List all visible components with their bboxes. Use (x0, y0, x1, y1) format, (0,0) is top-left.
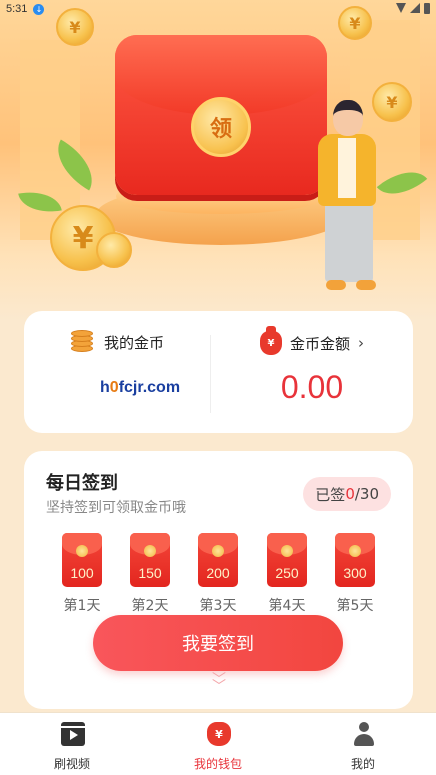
money-bag-icon: ¥ (259, 326, 282, 355)
person-shoe (326, 280, 346, 290)
coin-amount-header[interactable]: ¥ 金币金额 › (211, 326, 413, 355)
tab-label: 我的 (350, 757, 375, 771)
download-icon: ↓ (33, 3, 45, 15)
day-reward-item: 200 第3天 (195, 533, 241, 615)
tab-profile[interactable]: 我的 (313, 713, 413, 775)
sign-in-button[interactable]: 我要签到 (93, 615, 343, 671)
bottom-tab-bar: 刷视频 ¥ 我的钱包 我的 (0, 712, 436, 775)
coin-stack-icon (70, 330, 96, 353)
my-coins-label: 我的金币 (103, 333, 164, 352)
person-shirt (338, 138, 356, 198)
sign-in-subtitle: 坚持签到可领取金币哦 (46, 500, 186, 516)
hero-banner: ¥ ¥ ¥ 领 ¥ (0, 0, 436, 320)
red-packet-icon: 100 (62, 533, 102, 587)
red-packet-icon: 300 (335, 533, 375, 587)
wifi-icon (396, 3, 406, 13)
day-reward-item: 150 第2天 (127, 533, 173, 615)
person-shoe (356, 280, 376, 290)
day-label: 第5天 (336, 598, 374, 614)
red-envelope-illustration: 领 (115, 35, 327, 195)
coin-amount-label: 金币金额 (289, 334, 350, 353)
day-reward-item: 250 第4天 (264, 533, 310, 615)
coin-amount-section[interactable]: ¥ 金币金额 › 0.00 (211, 311, 413, 433)
day-label: 第4天 (268, 598, 306, 614)
day-reward-item: 300 第5天 (332, 533, 378, 615)
tab-label: 刷视频 (53, 757, 90, 771)
wallet-icon: ¥ (207, 722, 231, 746)
signal-icon (410, 3, 420, 13)
day-label: 第1天 (63, 598, 101, 614)
status-icons (396, 3, 430, 14)
envelope-seal: 领 (191, 97, 251, 157)
daily-sign-in-card: 每日签到 坚持签到可领取金币哦 已签 0/30 100 第1天 150 第2天 2… (24, 451, 413, 709)
day-reward-item: 100 第1天 (59, 533, 105, 615)
battery-icon (424, 3, 430, 14)
coin-amount-value: 0.00 (280, 369, 344, 405)
double-chevron-down-icon[interactable]: ﹀ ﹀ (207, 673, 231, 697)
red-packet-icon: 150 (130, 533, 170, 587)
tab-videos[interactable]: 刷视频 (22, 713, 122, 775)
floating-coin-icon: ¥ (372, 82, 412, 122)
person-legs (325, 200, 373, 282)
signed-count-badge: 已签 0/30 (303, 477, 391, 511)
chevron-right-icon: › (358, 334, 364, 352)
red-packet-icon: 250 (267, 533, 307, 587)
status-bar: 5:31 ↓ (0, 0, 436, 18)
coins-card: 我的金币 h0fcjr.com ¥ 金币金额 › 0.00 (24, 311, 413, 433)
my-coins-value: h0fcjr.com (100, 379, 181, 396)
video-icon (61, 722, 85, 746)
yuan-coin-icon (96, 232, 132, 268)
day-label: 第2天 (131, 598, 169, 614)
tab-label: 我的钱包 (193, 757, 242, 771)
status-time: 5:31 (6, 3, 28, 15)
sign-in-title: 每日签到 (46, 473, 118, 494)
tab-wallet[interactable]: ¥ 我的钱包 (168, 713, 268, 775)
red-packet-icon: 200 (198, 533, 238, 587)
my-coins-header: 我的金币 (24, 330, 210, 353)
reward-days-row: 100 第1天 150 第2天 200 第3天 250 第4天 300 第5天 (24, 533, 413, 617)
my-coins-section: 我的金币 h0fcjr.com (24, 311, 210, 433)
user-icon (352, 722, 376, 746)
person-head (333, 100, 363, 136)
day-label: 第3天 (199, 598, 237, 614)
